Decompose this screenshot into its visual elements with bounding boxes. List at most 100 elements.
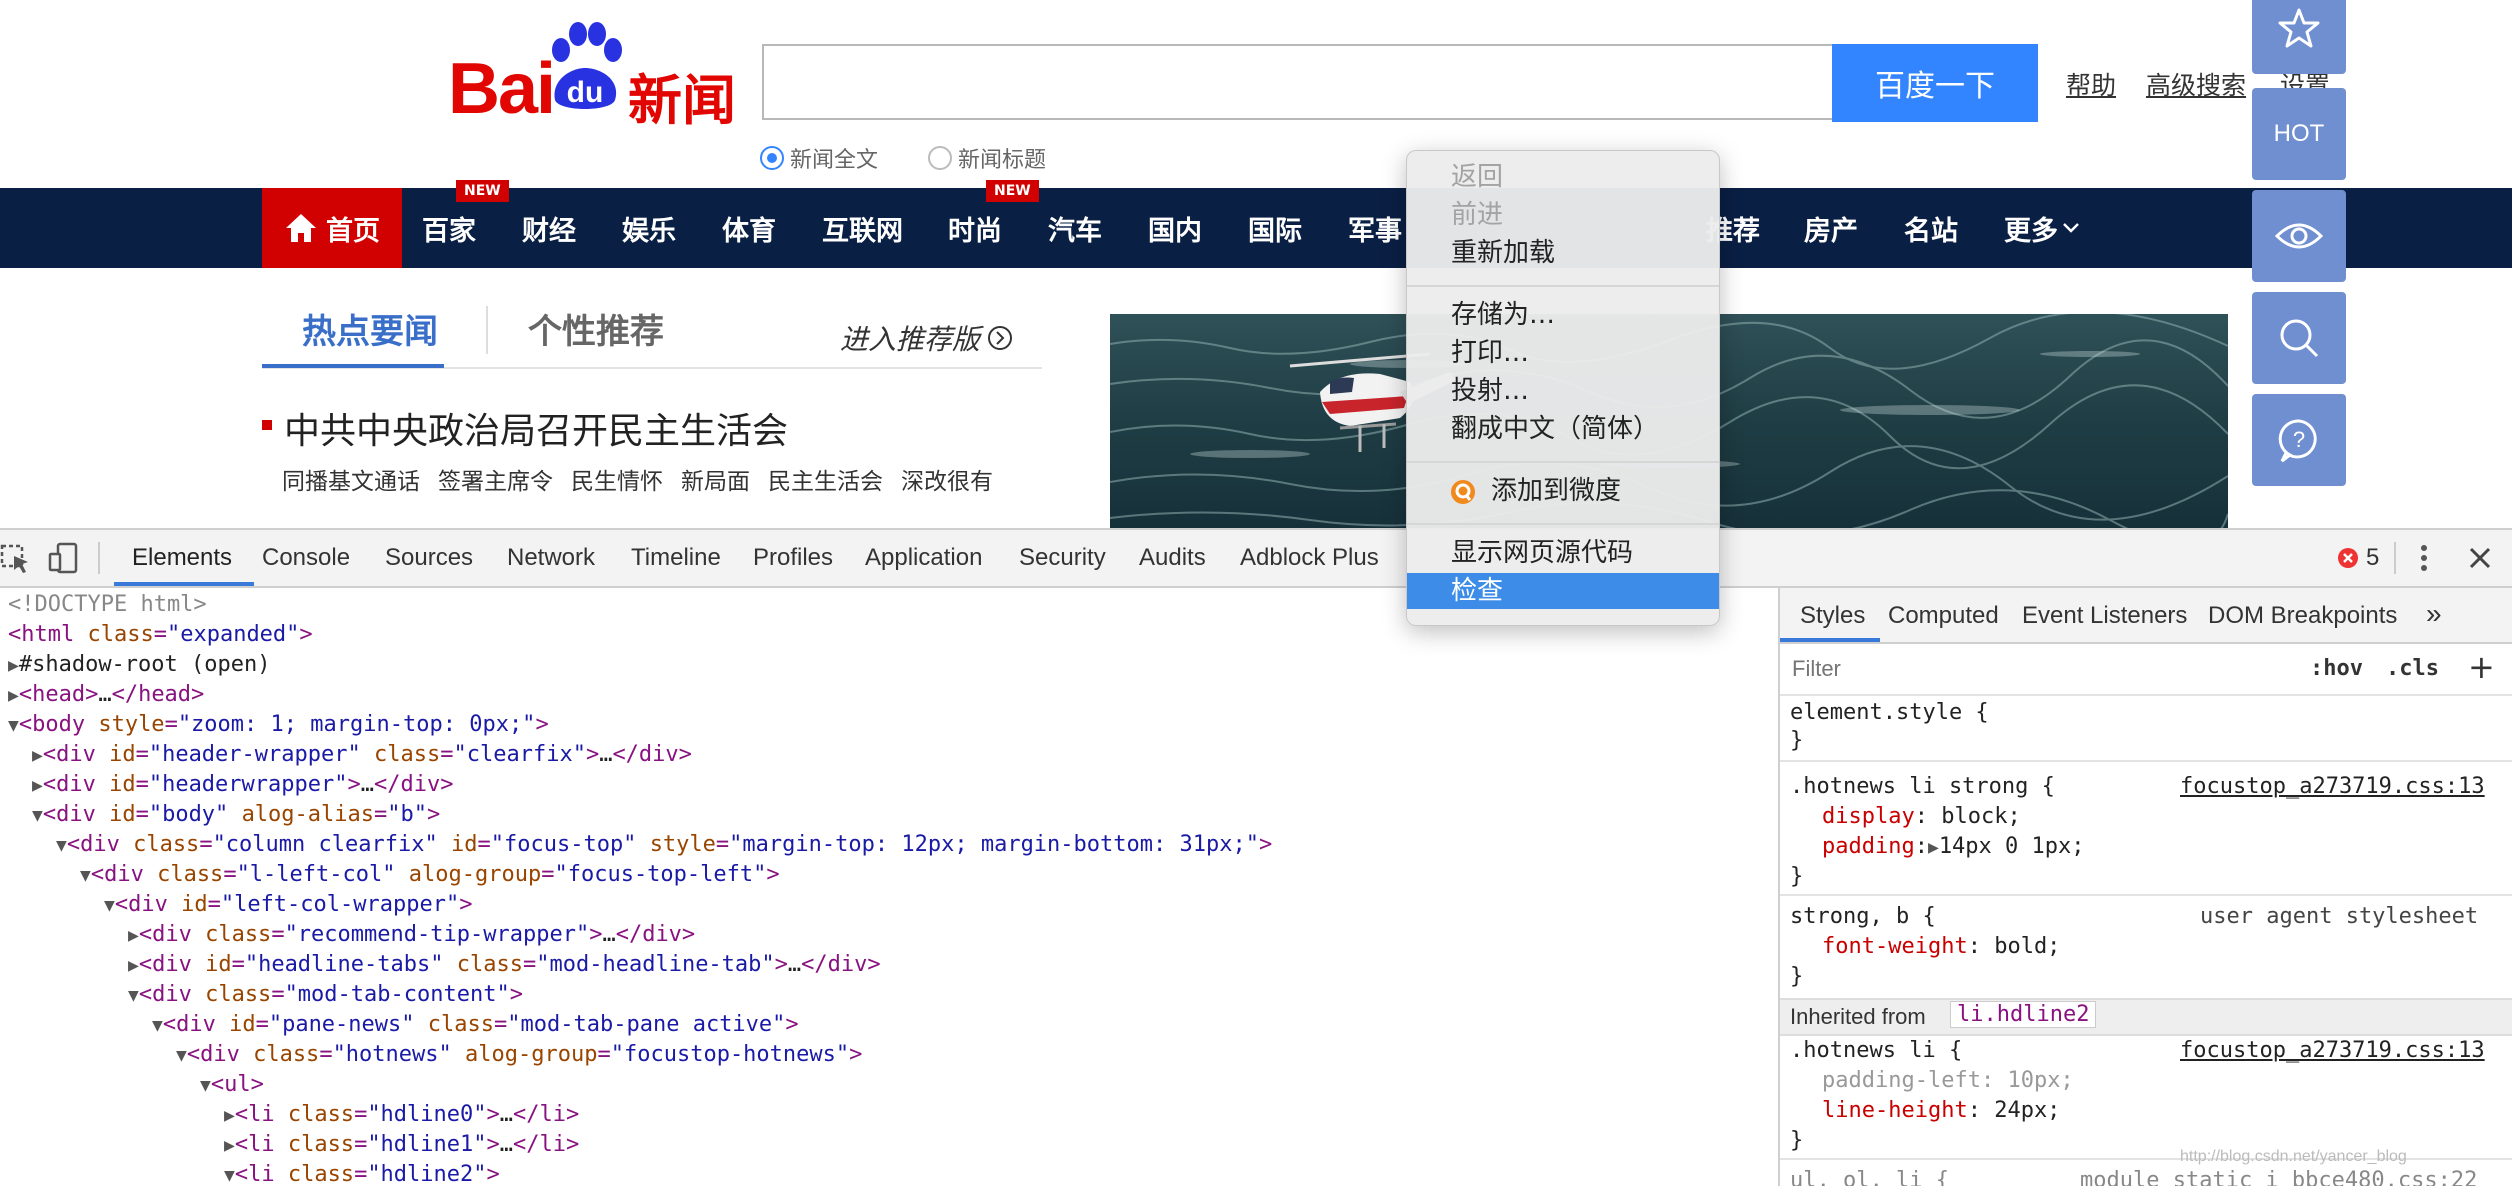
- rule-source-link[interactable]: focustop_a273719.css:13: [2180, 1036, 2485, 1066]
- elements-dom-tree[interactable]: <!DOCTYPE html> <html class="expanded"> …: [0, 588, 1778, 1186]
- sublink[interactable]: 民生情怀: [571, 462, 663, 496]
- logo-bai-text[interactable]: Bai: [448, 48, 556, 130]
- nav-item-international[interactable]: 国际: [1248, 188, 1302, 268]
- search-input[interactable]: [762, 44, 1834, 120]
- enter-recommend-link[interactable]: 进入推荐版: [840, 318, 1014, 358]
- rule-source-link[interactable]: focustop_a273719.css:13: [2180, 772, 2485, 802]
- tab-application[interactable]: Application: [865, 544, 982, 572]
- error-count[interactable]: 5: [2366, 544, 2379, 572]
- nav-item-entertainment[interactable]: 娱乐: [622, 188, 676, 268]
- radio-title[interactable]: 新闻标题: [928, 142, 1046, 174]
- css-declaration[interactable]: display: block;: [1822, 802, 2021, 832]
- expand-triangle-icon[interactable]: ▶: [32, 775, 43, 796]
- dom-line[interactable]: ▼<div class="hotnews" alog-group="focust…: [176, 1040, 862, 1070]
- styles-filter-input[interactable]: [1790, 652, 2274, 686]
- search-button[interactable]: 百度一下: [1832, 44, 2038, 122]
- tab-dom-breakpoints[interactable]: DOM Breakpoints: [2208, 602, 2397, 630]
- nav-item-auto[interactable]: 汽车: [1048, 188, 1102, 268]
- baidu-paw-logo[interactable]: du: [545, 22, 625, 114]
- expand-triangle-icon[interactable]: ▶: [8, 685, 19, 706]
- eye-button[interactable]: [2252, 190, 2346, 282]
- nav-item-domestic[interactable]: 国内: [1148, 188, 1202, 268]
- nav-item-home[interactable]: 首页: [262, 188, 402, 268]
- expand-triangle-icon[interactable]: ▶: [224, 1105, 235, 1126]
- expand-triangle-icon[interactable]: ▶: [128, 955, 139, 976]
- more-tabs-chevron-icon[interactable]: »: [2426, 598, 2442, 630]
- tab-network[interactable]: Network: [507, 544, 595, 572]
- tab-elements[interactable]: Elements: [132, 544, 232, 572]
- error-icon[interactable]: [2336, 546, 2360, 570]
- dom-line[interactable]: ▶<div id="headline-tabs" class="mod-head…: [128, 950, 881, 980]
- help-float-button[interactable]: ?: [2252, 394, 2346, 486]
- tab-sources[interactable]: Sources: [385, 544, 473, 572]
- headline-link[interactable]: 中共中央政治局召开民主生活会: [284, 402, 788, 454]
- tab-personal-recommend[interactable]: 个性推荐: [528, 304, 664, 353]
- dom-line[interactable]: ▼<div class="l-left-col" alog-group="foc…: [80, 860, 780, 890]
- collapse-triangle-icon[interactable]: ▼: [8, 715, 19, 736]
- search-float-button[interactable]: [2252, 292, 2346, 384]
- rule-hotnews-strong-selector[interactable]: .hotnews li strong {: [1790, 772, 2055, 802]
- collapse-triangle-icon[interactable]: ▼: [80, 865, 91, 886]
- collapse-triangle-icon[interactable]: ▼: [224, 1165, 235, 1186]
- css-declaration[interactable]: padding:▶14px 0 1px;: [1822, 832, 2085, 862]
- tab-styles[interactable]: Styles: [1800, 602, 1865, 630]
- expand-triangle-icon[interactable]: ▶: [224, 1135, 235, 1156]
- menu-item-add-to-weidu[interactable]: 添加到微度: [1407, 473, 1719, 509]
- menu-item-save-as[interactable]: 存储为…: [1407, 297, 1719, 333]
- more-vertical-icon[interactable]: [2416, 542, 2432, 574]
- tab-adblock-plus[interactable]: Adblock Plus: [1240, 544, 1379, 572]
- expand-triangle-icon[interactable]: ▶: [8, 655, 19, 676]
- rule-strong-b-selector[interactable]: strong, b {: [1790, 902, 1936, 932]
- nav-item-finance[interactable]: 财经: [522, 188, 576, 268]
- tab-computed[interactable]: Computed: [1888, 602, 1999, 630]
- dom-line[interactable]: ▶#shadow-root (open): [8, 650, 271, 680]
- dom-line[interactable]: ▶<li class="hdline0">…</li>: [224, 1100, 579, 1130]
- favorite-star-button[interactable]: [2252, 0, 2346, 74]
- rule-ul-ol-li-selector[interactable]: ul, ol, li {: [1790, 1166, 1949, 1186]
- dom-line[interactable]: ▼<body style="zoom: 1; margin-top: 0px;"…: [8, 710, 549, 740]
- close-icon[interactable]: [2466, 544, 2494, 572]
- tab-event-listeners[interactable]: Event Listeners: [2022, 602, 2187, 630]
- tab-security[interactable]: Security: [1019, 544, 1106, 572]
- help-link[interactable]: 帮助: [2066, 66, 2116, 102]
- logo-news-text[interactable]: 新闻: [628, 56, 736, 135]
- inspect-element-icon[interactable]: [0, 542, 30, 574]
- menu-item-forward[interactable]: 前进: [1407, 197, 1719, 233]
- sublink[interactable]: 民主生活会: [768, 462, 883, 496]
- collapse-triangle-icon[interactable]: ▼: [176, 1045, 187, 1066]
- tab-timeline[interactable]: Timeline: [631, 544, 721, 572]
- menu-item-back[interactable]: 返回: [1407, 159, 1719, 195]
- sublink[interactable]: 签署主席令: [438, 462, 553, 496]
- dom-line[interactable]: ▼<div id="left-col-wrapper">: [104, 890, 473, 920]
- dom-line[interactable]: ▼<div id="pane-news" class="mod-tab-pane…: [152, 1010, 799, 1040]
- nav-item-internet[interactable]: 互联网: [822, 188, 903, 268]
- radio-checked-icon[interactable]: [760, 146, 784, 170]
- inherited-from-element[interactable]: li.hdline2: [1950, 1001, 2097, 1028]
- rule-element-style-selector[interactable]: element.style {: [1790, 698, 1989, 728]
- dom-line[interactable]: ▼<li class="hdline2">: [224, 1160, 500, 1186]
- dom-line[interactable]: ▶<div class="recommend-tip-wrapper">…</d…: [128, 920, 695, 950]
- device-toolbar-icon[interactable]: [48, 542, 80, 574]
- tab-audits[interactable]: Audits: [1139, 544, 1206, 572]
- menu-item-reload[interactable]: 重新加载: [1407, 235, 1719, 271]
- tab-profiles[interactable]: Profiles: [753, 544, 833, 572]
- menu-item-print[interactable]: 打印…: [1407, 335, 1719, 371]
- nav-item-sites[interactable]: 名站: [1904, 188, 1958, 268]
- sublink[interactable]: 同播基文通话: [282, 462, 420, 496]
- radio-unchecked-icon[interactable]: [928, 146, 952, 170]
- menu-item-translate[interactable]: 翻成中文（简体）: [1407, 411, 1719, 447]
- radio-full-text[interactable]: 新闻全文: [760, 142, 878, 174]
- nav-item-military[interactable]: 军事: [1348, 188, 1402, 268]
- tab-hot-news[interactable]: 热点要闻: [302, 304, 438, 353]
- dom-line[interactable]: ▶<head>…</head>: [8, 680, 204, 710]
- collapse-triangle-icon[interactable]: ▼: [152, 1015, 163, 1036]
- dom-line[interactable]: ▼<ul>: [200, 1070, 264, 1100]
- dom-line[interactable]: ▶<div id="headerwrapper">…</div>: [32, 770, 454, 800]
- expand-triangle-icon[interactable]: ▶: [32, 745, 43, 766]
- collapse-triangle-icon[interactable]: ▼: [32, 805, 43, 826]
- collapse-triangle-icon[interactable]: ▼: [128, 985, 139, 1006]
- css-declaration-inactive[interactable]: padding-left: 10px;: [1822, 1066, 2074, 1096]
- add-rule-plus-icon[interactable]: +: [2468, 648, 2495, 686]
- cls-toggle[interactable]: .cls: [2386, 656, 2439, 681]
- collapse-triangle-icon[interactable]: ▼: [104, 895, 115, 916]
